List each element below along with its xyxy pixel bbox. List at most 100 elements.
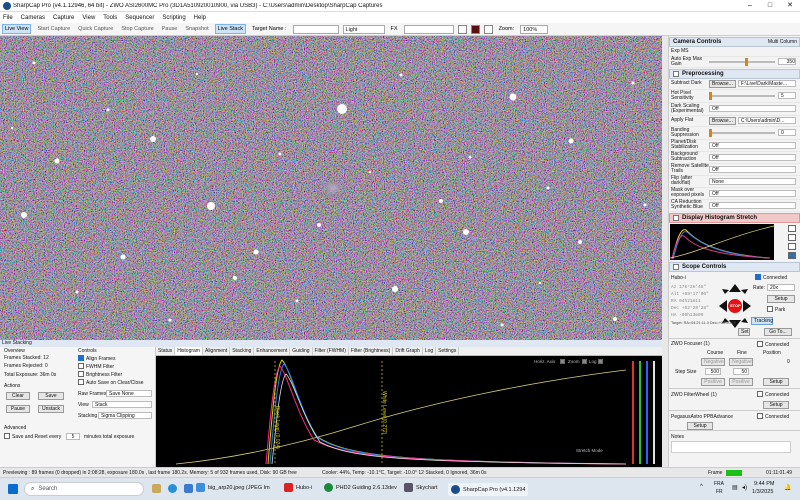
notification-icon[interactable]: 🔔 bbox=[784, 484, 791, 491]
stop-button[interactable]: STOP bbox=[730, 303, 741, 308]
fine-step-input[interactable]: 50 bbox=[733, 367, 749, 375]
browse-dark-button[interactable]: Browse... bbox=[709, 79, 736, 88]
menu-cameras[interactable]: Cameras bbox=[21, 15, 45, 21]
fine-positive-button[interactable]: Positive bbox=[729, 377, 753, 386]
auto-exp-slider[interactable] bbox=[709, 57, 775, 66]
goto-button[interactable]: Go To... bbox=[764, 327, 792, 336]
language-code[interactable]: FRA bbox=[714, 481, 724, 487]
scope-controls-header[interactable]: Scope Controls bbox=[669, 261, 800, 272]
save-stretch-icon[interactable] bbox=[788, 251, 796, 259]
pegasus-setup-button[interactable]: Setup bbox=[687, 421, 713, 430]
ca-red-select[interactable]: Off bbox=[709, 201, 796, 209]
auto-save-checkbox[interactable] bbox=[78, 379, 84, 385]
view-select[interactable]: Stack bbox=[92, 401, 152, 408]
tab-alignment[interactable]: Alignment bbox=[203, 347, 231, 355]
hot-pixel-slider[interactable] bbox=[709, 91, 775, 100]
set-button[interactable]: Set bbox=[738, 327, 750, 336]
pause-button[interactable]: Pause bbox=[160, 25, 180, 33]
tab-drift-graph[interactable]: Drift Graph bbox=[393, 347, 423, 355]
taskbar-item-phd2[interactable]: PHD2 Guiding 2.6.13dev bbox=[324, 483, 397, 492]
menu-sequencer[interactable]: Sequencer bbox=[125, 15, 154, 21]
horiz-axis-checkbox[interactable] bbox=[560, 359, 565, 364]
fine-negative-button[interactable]: Negative bbox=[729, 357, 753, 366]
preprocessing-header[interactable]: Preprocessing bbox=[669, 68, 800, 79]
close-icon[interactable]: ✕ bbox=[780, 0, 800, 12]
menu-view[interactable]: View bbox=[82, 15, 95, 21]
taskbar-item-sharpcap[interactable]: SharpCap Pro (v4.1.1294 bbox=[448, 483, 529, 496]
crosshair-icon[interactable] bbox=[483, 24, 493, 34]
flat-path-field[interactable]: C:\Users\admin\D... bbox=[737, 117, 796, 124]
save-button[interactable]: Save bbox=[38, 392, 64, 400]
menu-file[interactable]: File bbox=[3, 15, 13, 21]
save-reset-checkbox[interactable] bbox=[4, 433, 10, 439]
quick-capture-button[interactable]: Quick Capture bbox=[76, 25, 115, 33]
tab-log[interactable]: Log bbox=[423, 347, 437, 355]
menu-capture[interactable]: Capture bbox=[53, 15, 74, 21]
snapshot-button[interactable]: Snapshot bbox=[183, 25, 210, 33]
menu-scripting[interactable]: Scripting bbox=[162, 15, 185, 21]
flip-select[interactable]: None bbox=[709, 177, 796, 185]
file-explorer-icon[interactable] bbox=[152, 484, 161, 493]
park-checkbox[interactable] bbox=[767, 305, 773, 312]
focuser-setup-button[interactable]: Setup bbox=[763, 377, 789, 386]
auto-exp-value[interactable]: 350 bbox=[778, 58, 796, 65]
tab-filter-fwhm[interactable]: Filter (FWHM) bbox=[313, 347, 349, 355]
auto-stretch-icon[interactable] bbox=[788, 233, 796, 241]
stack-pause-button[interactable]: Pause bbox=[6, 405, 30, 413]
planet-disk-select[interactable]: Off bbox=[709, 141, 796, 149]
fwhm-filter-checkbox[interactable] bbox=[78, 363, 84, 369]
multi-column-toggle[interactable]: Multi Column bbox=[768, 39, 797, 45]
notes-textarea[interactable] bbox=[671, 440, 791, 453]
frame-type-select[interactable]: Light bbox=[342, 24, 385, 34]
taskbar-item-hubo[interactable]: Hubo-i bbox=[284, 483, 312, 492]
hist-log-checkbox[interactable] bbox=[598, 359, 603, 364]
tab-stacking[interactable]: Stacking bbox=[230, 347, 255, 355]
tab-settings[interactable]: Settings bbox=[436, 347, 460, 355]
tab-enhancement[interactable]: Enhancement bbox=[254, 347, 291, 355]
unstack-button[interactable]: Unstack bbox=[38, 405, 64, 413]
color-swatch-2[interactable] bbox=[470, 24, 480, 34]
course-negative-button[interactable]: Negative bbox=[701, 357, 725, 366]
filterwheel-connected-checkbox[interactable] bbox=[757, 390, 763, 397]
raw-frames-select[interactable]: Save None bbox=[106, 390, 152, 397]
taskbar-item-skychart[interactable]: Skychart bbox=[404, 483, 437, 492]
live-stack-button[interactable]: Live Stack bbox=[214, 24, 246, 34]
menu-tools[interactable]: Tools bbox=[103, 15, 117, 21]
stacking-select[interactable]: Sigma Clipping bbox=[98, 412, 152, 419]
display-histogram-header[interactable]: Display Histogram Stretch bbox=[669, 212, 800, 223]
tab-filter-brightness[interactable]: Filter (Brightness) bbox=[349, 347, 394, 355]
live-image-view[interactable] bbox=[0, 36, 662, 340]
clear-button[interactable]: Clear bbox=[6, 392, 30, 400]
search-box[interactable]: ⌕ Search bbox=[24, 482, 144, 496]
tab-histogram[interactable]: Histogram bbox=[175, 347, 203, 355]
taskbar-item-image[interactable]: big_arp20.jpeg (JPEG Im bbox=[196, 483, 270, 492]
zoom-select[interactable]: 100% bbox=[520, 24, 549, 34]
course-step-input[interactable]: 500 bbox=[705, 367, 721, 375]
banding-value[interactable]: 0 bbox=[778, 129, 796, 136]
edge-icon[interactable] bbox=[168, 484, 177, 493]
hot-pixel-value[interactable]: 5 bbox=[778, 92, 796, 99]
fx-select[interactable] bbox=[403, 24, 454, 34]
pegasus-connected-checkbox[interactable] bbox=[757, 412, 763, 419]
dark-scaling-select[interactable]: Off bbox=[709, 105, 796, 112]
clock-time[interactable]: 9:44 PM bbox=[754, 481, 774, 487]
reset-stretch-icon[interactable] bbox=[788, 224, 796, 232]
color-swatch-1[interactable] bbox=[457, 24, 467, 34]
bg-sub-select[interactable]: Off bbox=[709, 153, 796, 161]
keyboard-layout[interactable]: FR bbox=[716, 489, 723, 495]
network-icon[interactable]: ▤ bbox=[732, 484, 738, 491]
filterwheel-setup-button[interactable]: Setup bbox=[763, 400, 789, 409]
save-reset-input[interactable]: 5 bbox=[66, 433, 80, 440]
align-frames-checkbox[interactable] bbox=[78, 355, 84, 361]
remove-sat-select[interactable]: Off bbox=[709, 165, 796, 173]
focuser-connected-checkbox[interactable] bbox=[757, 340, 763, 347]
camera-controls-header[interactable]: Camera Controls Multi Column bbox=[669, 37, 800, 47]
dark-path-field[interactable]: F:\Live\Dark\Maste... bbox=[737, 80, 796, 87]
clock-date[interactable]: 1/3/2025 bbox=[752, 489, 773, 495]
stop-capture-button[interactable]: Stop Capture bbox=[119, 25, 155, 33]
tab-guiding[interactable]: Guiding bbox=[290, 347, 313, 355]
target-name-input[interactable] bbox=[292, 24, 339, 34]
mask-select[interactable]: Off bbox=[709, 189, 796, 197]
tab-status[interactable]: Status bbox=[156, 347, 176, 355]
tray-chevron-icon[interactable]: ^ bbox=[700, 484, 703, 490]
